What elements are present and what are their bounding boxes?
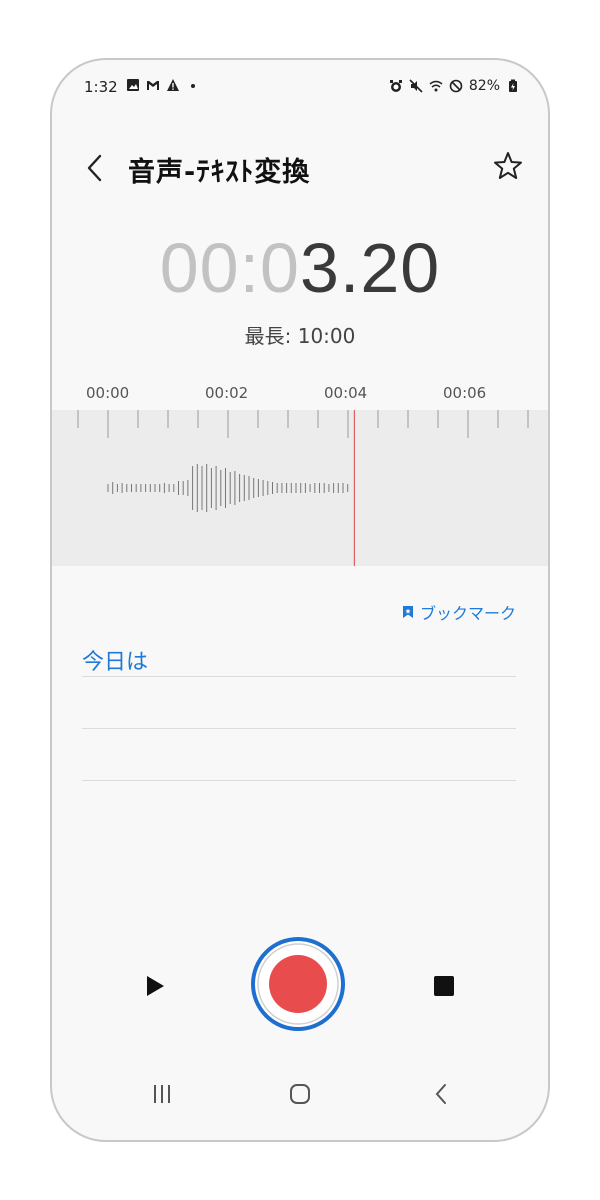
transcript-divider [82, 676, 516, 677]
waveform [77, 410, 529, 566]
status-bar: 1:32 82% [52, 60, 548, 112]
do-not-disturb-icon [449, 79, 463, 93]
timeline-tick-label: 00:06 [443, 384, 487, 402]
nav-back-icon[interactable] [430, 1082, 454, 1106]
stop-button[interactable] [434, 976, 454, 996]
page-title: 音声-ﾃｷｽﾄ変換 [128, 157, 311, 188]
back-button[interactable] [80, 150, 112, 186]
timer-elapsed-dim: 00:0 [159, 229, 300, 307]
phone-frame: 1:32 82% 音声-ﾃｷｽﾄ変換 00:03.20 最長: 10:00 00… [50, 58, 550, 1142]
favorite-star-button[interactable] [492, 150, 524, 182]
wifi-icon [429, 80, 443, 92]
home-icon[interactable] [288, 1082, 312, 1106]
timeline-ruler: 00:00 00:02 00:04 00:06 [52, 380, 548, 408]
play-button[interactable] [140, 972, 168, 1000]
timeline-tick-label: 00:04 [324, 384, 368, 402]
timeline-tick-label: 00:02 [205, 384, 249, 402]
mute-icon [409, 79, 423, 93]
waveform-area[interactable] [52, 410, 548, 566]
status-time: 1:32 [84, 78, 118, 96]
timeline-tick-label: 00:00 [86, 384, 130, 402]
app-header: 音声-ﾃｷｽﾄ変換 [52, 144, 548, 194]
transcript-divider [82, 780, 516, 781]
bookmark-button[interactable]: ブックマーク [402, 600, 516, 624]
timer-elapsed-main: 3.20 [300, 229, 441, 307]
recording-timer: 00:03.20 [52, 228, 548, 308]
gmail-icon [147, 81, 159, 90]
alarm-icon [389, 80, 402, 92]
system-nav-bar [52, 1052, 548, 1140]
dot-icon [191, 84, 195, 88]
battery-icon [509, 79, 517, 92]
record-button[interactable] [250, 936, 346, 1032]
bookmark-icon [402, 606, 413, 618]
battery-percent: 82% [468, 78, 500, 94]
image-icon [127, 79, 139, 91]
recent-apps-icon[interactable] [150, 1082, 174, 1106]
warning-icon [167, 79, 179, 91]
max-length-label: 最長: 10:00 [244, 324, 356, 348]
transcript-text: 今日は [82, 650, 149, 675]
transcript-divider [82, 728, 516, 729]
bookmark-label: ブックマーク [419, 604, 516, 623]
